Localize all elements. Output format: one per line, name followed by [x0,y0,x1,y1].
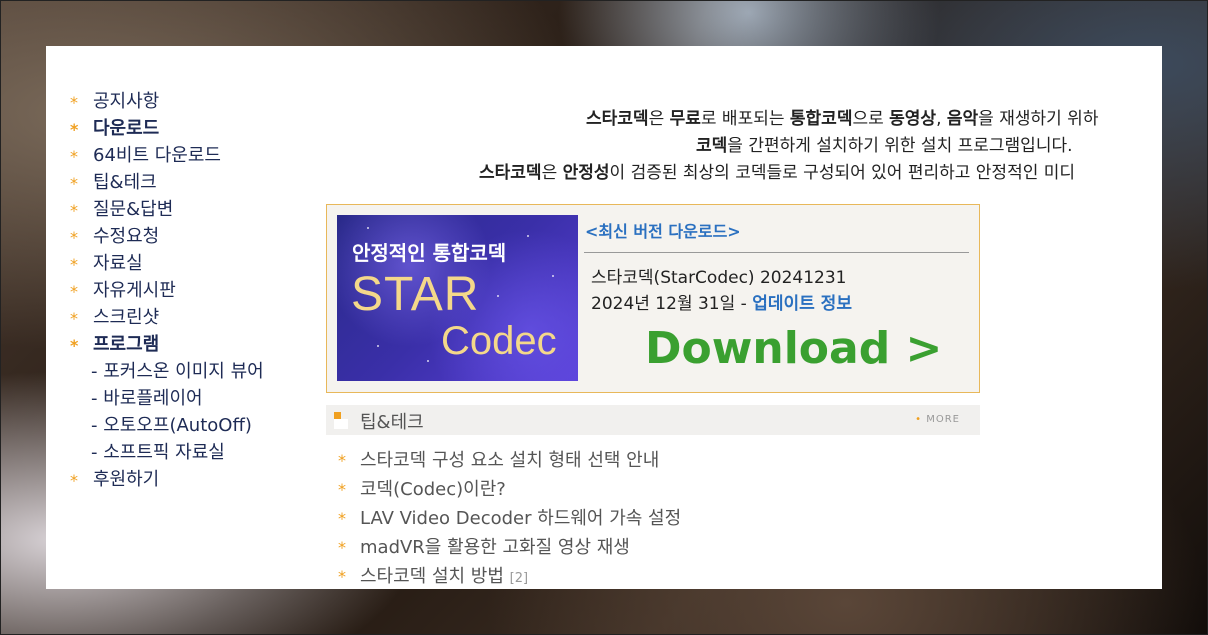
bullet-icon: * [70,147,78,166]
update-info-link[interactable]: 업데이트 정보 [752,294,852,314]
sidebar-item-label: 질문&답변 [93,199,174,220]
banner-subtitle: 안정적인 통합코덱 [352,241,507,265]
bullet-icon: * [70,282,78,301]
bullet-icon: * [338,509,346,528]
sidebar-item-label: 후원하기 [93,469,160,490]
star-dot [427,360,429,362]
bullet-icon: * [70,255,78,274]
sidebar-item-programs[interactable]: * 프로그램 [68,331,308,358]
sidebar-subitem-baroplayer[interactable]: - 바로플레이어 [68,385,308,412]
latest-version-link[interactable]: <최신 버전 다운로드> [585,218,741,242]
sidebar-item-tips[interactable]: * 팁&테크 [68,169,308,196]
sidebar-item-archive[interactable]: * 자료실 [68,250,308,277]
starcodec-banner[interactable]: 안정적인 통합코덱 STAR Codec [337,215,578,381]
sidebar-item-donate[interactable]: * 후원하기 [68,466,308,493]
intro-line-1: 스타코덱은 무료로 배포되는 통합코덱으로 동영상, 음악을 재생하기 위하 [586,109,1099,129]
bullet-icon: * [70,174,78,193]
sidebar-item-label: 공지사항 [93,91,160,112]
banner-title-codec: Codec [441,319,557,363]
list-item[interactable]: * 코덱(Codec)이란? [336,475,976,504]
bullet-icon: • [915,414,927,425]
bullet-icon: * [70,309,78,328]
section-square-icon-base [334,419,348,429]
banner-title-star: STAR [351,268,480,321]
sidebar-item-label: 64비트 다운로드 [93,145,221,166]
sidebar-item-label: 다운로드 [93,118,160,139]
star-dot [552,275,554,277]
bullet-icon: * [338,451,346,470]
tips-title: 팁&테크 [360,412,424,433]
sidebar-subitem-focuson[interactable]: - 포커스온 이미지 뷰어 [68,358,308,385]
sidebar-item-screenshots[interactable]: * 스크린샷 [68,304,308,331]
sidebar-item-label: 자유게시판 [93,280,176,301]
content-panel: * 공지사항 * 다운로드 * 64비트 다운로드 * 팁&테크 * 질문&답변 * 수정요… [46,46,1162,589]
sidebar-subitem-autooff[interactable]: - 오토오프(AutoOff) [68,412,308,439]
sidebar-item-download[interactable]: * 다운로드 [68,115,308,142]
sidebar-subitem-softpick[interactable]: - 소프트픽 자료실 [68,439,308,466]
sidebar-item-download-64bit[interactable]: * 64비트 다운로드 [68,142,308,169]
bullet-icon: * [338,567,346,586]
sidebar-item-label: 수정요청 [93,226,160,247]
sidebar-item-notice[interactable]: * 공지사항 [68,88,308,115]
download-box: 안정적인 통합코덱 STAR Codec <최신 버전 다운로드> 스타코덱(S… [326,204,980,393]
bullet-icon: * [70,336,79,355]
sidebar-item-label: 프로그램 [93,334,160,355]
list-item[interactable]: * madVR을 활용한 고화질 영상 재생 [336,533,976,562]
bullet-icon: * [70,201,78,220]
sidebar-item-qna[interactable]: * 질문&답변 [68,196,308,223]
bullet-icon: * [338,480,346,499]
star-dot [367,227,369,229]
sidebar-item-free-board[interactable]: * 자유게시판 [68,277,308,304]
star-dot [527,235,529,237]
intro-line-2: 코덱을 간편하게 설치하기 위한 설치 프로그램입니다. [696,136,1073,156]
sidebar-item-fix-request[interactable]: * 수정요청 [68,223,308,250]
sidebar-item-label: 자료실 [93,253,143,274]
sidebar-item-label: 팁&테크 [93,172,157,193]
tips-more-link[interactable]: • MORE [915,414,960,425]
list-item[interactable]: * 스타코덱 설치 방법 [2] [336,562,976,589]
comment-count: [2] [509,571,529,586]
list-item[interactable]: * 스타코덱 구성 요소 설치 형태 선택 안내 [336,446,976,475]
sidebar-item-label: 스크린샷 [93,307,160,328]
divider [584,252,969,253]
bullet-icon: * [70,228,78,247]
release-date: 2024년 12월 31일 - 업데이트 정보 [591,294,852,314]
intro-line-3: 스타코덱은 안정성이 검증된 최상의 코덱들로 구성되어 있어 편리하고 안정적… [479,163,1076,183]
bullet-icon: * [70,471,78,490]
tips-header: 팁&테크 • MORE [326,405,980,435]
tips-list: * 스타코덱 구성 요소 설치 형태 선택 안내 * 코덱(Codec)이란? * L… [336,446,976,589]
bullet-icon: * [338,538,346,557]
version-text: 스타코덱(StarCodec) 20241231 [591,268,847,288]
sidebar-nav: * 공지사항 * 다운로드 * 64비트 다운로드 * 팁&테크 * 질문&답변 * 수정요… [68,88,308,493]
section-square-icon [334,412,341,419]
bullet-icon: * [70,120,79,139]
list-item[interactable]: * LAV Video Decoder 하드웨어 가속 설정 [336,504,976,533]
star-dot [497,295,499,297]
star-dot [377,345,379,347]
download-button[interactable]: Download > [645,323,942,374]
bullet-icon: * [70,93,78,112]
